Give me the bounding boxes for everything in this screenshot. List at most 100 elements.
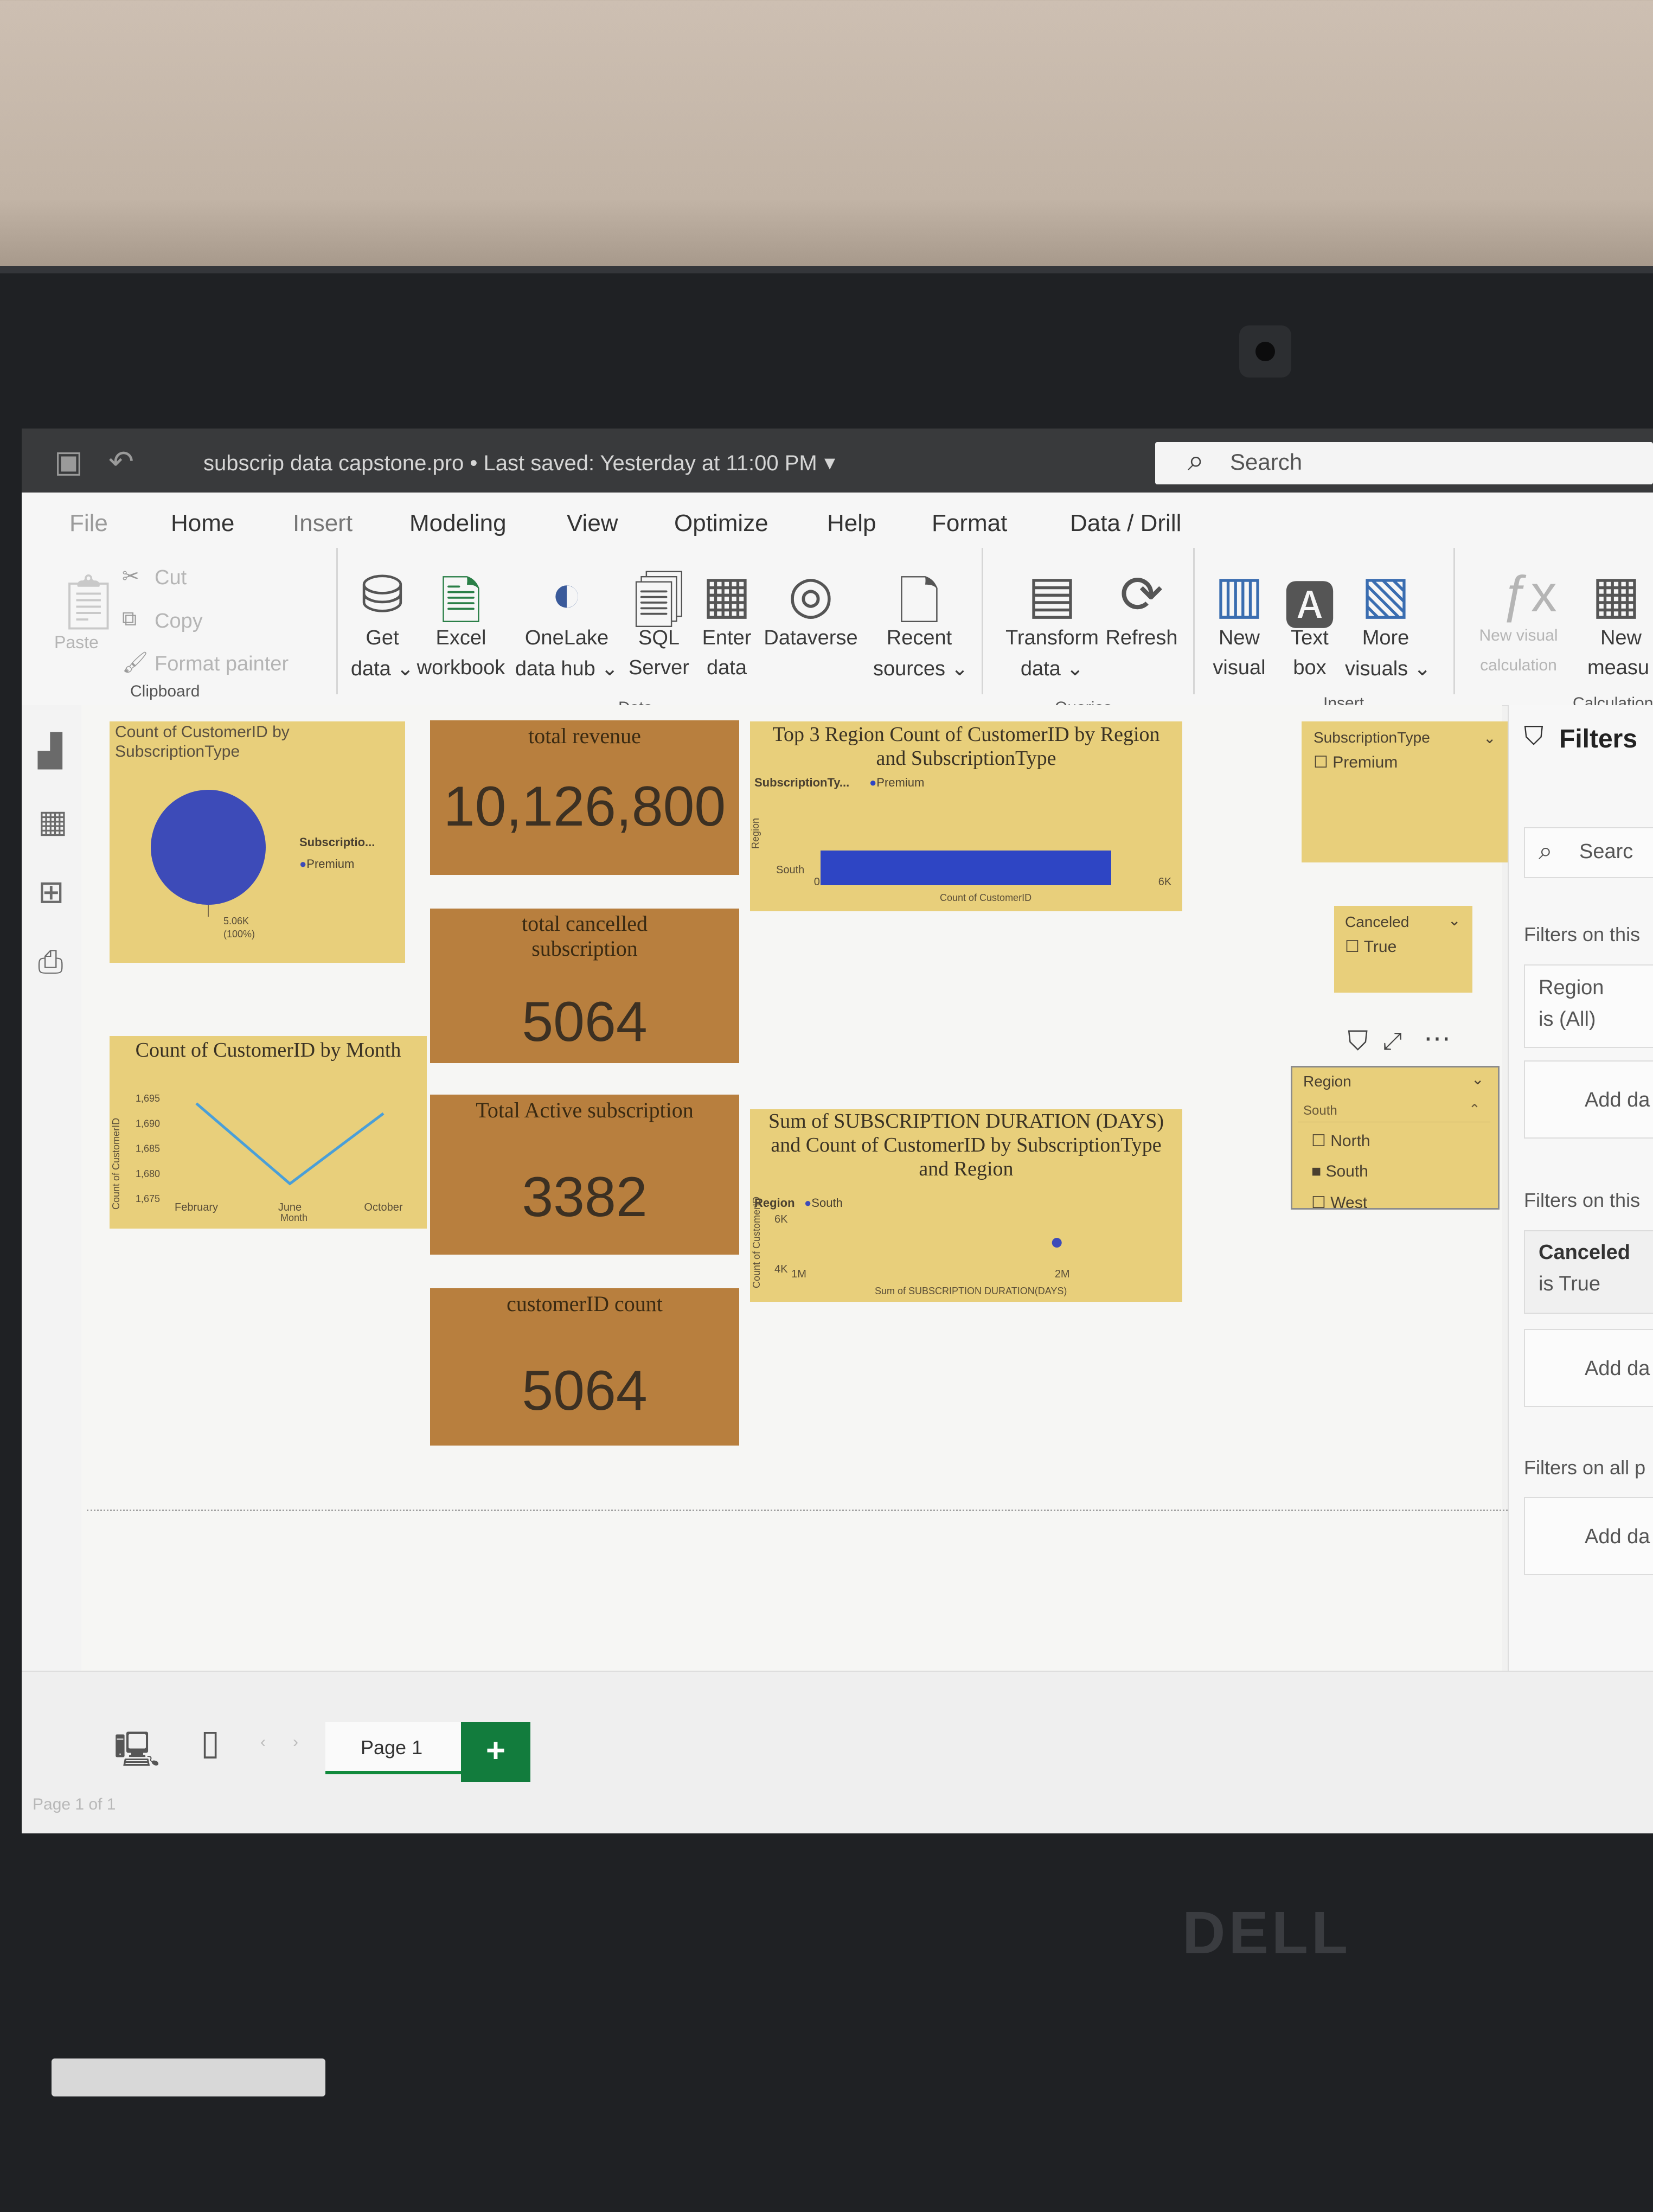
onelake-label-2[interactable]: data hub ⌄ (510, 656, 624, 681)
transform-data-icon: ▤ (1027, 566, 1077, 624)
new-measure-label[interactable]: New (1589, 626, 1653, 650)
recent-sources-label-2[interactable]: sources ⌄ (873, 656, 968, 681)
new-visual-label[interactable]: New (1204, 626, 1274, 650)
new-visual-calc-label[interactable]: New visual (1464, 626, 1573, 645)
model-view-icon[interactable]: ⊞ (38, 873, 65, 910)
desktop-layout-icon[interactable]: 🖳︎ (114, 1725, 160, 1783)
slicer-canceled[interactable]: Canceled ⌄ ☐ True (1334, 906, 1472, 993)
region-option-south[interactable]: ■ South (1311, 1162, 1368, 1181)
line-series (195, 1102, 385, 1186)
filter-card-canceled[interactable]: Canceled is True (1524, 1230, 1653, 1314)
slicer-option-premium[interactable]: ☐ Premium (1314, 753, 1398, 772)
refresh-label[interactable]: Refresh (1104, 626, 1180, 650)
ribbon-separator (1453, 548, 1455, 694)
chevron-down-icon[interactable]: ▾ (824, 450, 835, 475)
chevron-down-icon[interactable]: ⌄ (1471, 1070, 1484, 1088)
report-view-icon[interactable]: ▟ (38, 732, 62, 769)
slicer-region[interactable]: Region ⌄ South ⌃ ☐ North ■ South ☐ West (1291, 1066, 1500, 1212)
onelake-label[interactable]: OneLake (510, 626, 624, 650)
page-tab[interactable]: Page 1 (325, 1722, 464, 1774)
text-box-label-2[interactable]: box (1277, 656, 1342, 680)
add-data-field-page[interactable]: Add da (1524, 1329, 1653, 1407)
line-y-tick: 1,680 (136, 1168, 160, 1179)
more-visuals-label[interactable]: More (1345, 626, 1426, 650)
paste-icon[interactable]: 📋︎ (54, 571, 123, 634)
line-y-axis-label: Count of CustomerID (111, 1117, 121, 1210)
tab-data-drill[interactable]: Data / Drill (1070, 510, 1181, 537)
tab-format[interactable]: Format (932, 510, 1007, 537)
excel-workbook-label-2[interactable]: workbook (412, 656, 510, 680)
filter-icon[interactable]: ⛉ (1348, 1025, 1368, 1057)
cut-button[interactable]: Cut (155, 566, 187, 590)
tab-help[interactable]: Help (827, 510, 876, 537)
line-chart-svg: 1,675 1,680 1,685 1,690 1,695 February June Oct… (136, 1093, 403, 1213)
paste-button[interactable]: Paste (54, 632, 99, 653)
enter-data-label-2[interactable]: data (694, 656, 759, 680)
kpi-title: total cancelled subscription (521, 911, 648, 961)
filters-search-placeholder: Searc (1579, 840, 1633, 863)
tab-view[interactable]: View (567, 510, 618, 537)
format-painter-button[interactable]: Format painter (155, 653, 289, 676)
chevron-up-icon[interactable]: ⌃ (1469, 1101, 1481, 1118)
new-measure-label-2[interactable]: measu (1584, 656, 1653, 680)
transform-data-label-2[interactable]: data ⌄ (998, 656, 1106, 681)
text-box-label[interactable]: Text (1277, 626, 1342, 650)
bar-x-axis-label: Count of CustomerID (940, 892, 1032, 903)
kpi-total-cancelled[interactable]: total cancelled subscription 5064 (430, 909, 739, 1063)
dax-query-icon[interactable]: ⎙ (38, 944, 63, 981)
more-visuals-label-2[interactable]: visuals ⌄ (1345, 656, 1431, 681)
slicer-option-true[interactable]: ☐ True (1345, 937, 1396, 956)
pie-slice-pct: (100%) (223, 929, 255, 939)
undo-icon[interactable]: ↶ (108, 444, 134, 480)
tab-modeling[interactable]: Modeling (409, 510, 507, 537)
new-visual-calc-icon: ƒx (1502, 565, 1557, 623)
document-title[interactable]: subscrip data capstone.pro • Last saved:… (203, 451, 817, 476)
dataverse-label[interactable]: Dataverse (762, 626, 860, 650)
add-data-field-all[interactable]: Add da (1524, 1497, 1653, 1575)
region-dropdown[interactable]: South ⌃ (1298, 1100, 1490, 1122)
bar-south (821, 851, 1111, 885)
kpi-title: total revenue (528, 724, 641, 748)
excel-workbook-label[interactable]: Excel (412, 626, 510, 650)
pie-chart-visual[interactable]: Count of CustomerID by SubscriptionType … (110, 721, 405, 963)
pie-legend-item[interactable]: ●Premium (299, 857, 354, 871)
kpi-total-active[interactable]: Total Active subscription 3382 (430, 1095, 739, 1255)
transform-data-label[interactable]: Transform (998, 626, 1106, 650)
add-data-field-visual[interactable]: Add da (1524, 1060, 1653, 1139)
chevron-down-icon[interactable]: ⌄ (1483, 729, 1496, 747)
tab-file[interactable]: File (69, 510, 108, 537)
search-icon: ⌕ (1539, 836, 1553, 865)
more-options-icon[interactable]: ⋯ (1424, 1022, 1451, 1054)
kpi-customer-count[interactable]: customerID count 5064 (430, 1288, 739, 1446)
table-view-icon[interactable]: ▦ (38, 803, 68, 840)
focus-mode-icon[interactable]: ⤢ (1383, 1028, 1402, 1055)
tab-optimize[interactable]: Optimize (674, 510, 768, 537)
new-visual-calc-label-2[interactable]: calculation (1464, 656, 1573, 675)
next-page-icon[interactable]: › (293, 1733, 298, 1751)
slicer-subscription-type[interactable]: SubscriptionType ⌄ ☐ Premium (1302, 721, 1508, 862)
filters-search-input[interactable]: ⌕ Searc (1524, 827, 1653, 878)
tab-insert[interactable]: Insert (293, 510, 353, 537)
recent-sources-label[interactable]: Recent (873, 626, 965, 650)
tab-home[interactable]: Home (171, 510, 235, 546)
chevron-down-icon[interactable]: ⌄ (1448, 911, 1460, 929)
region-option-west[interactable]: ☐ West (1311, 1193, 1367, 1212)
line-x-tick: June (278, 1201, 302, 1213)
new-visual-label-2[interactable]: visual (1204, 656, 1274, 680)
mobile-layout-icon[interactable]: ▯ (201, 1722, 220, 1763)
kpi-total-revenue[interactable]: total revenue 10,126,800 (430, 720, 739, 875)
prev-page-icon[interactable]: ‹ (260, 1733, 266, 1751)
bar-chart-visual[interactable]: Top 3 Region Count of CustomerID by Regi… (750, 721, 1182, 911)
filter-card-region[interactable]: Region is (All) (1524, 964, 1653, 1048)
sql-server-label-2[interactable]: Server (624, 656, 694, 680)
sql-server-label[interactable]: SQL (624, 626, 694, 650)
add-page-button[interactable]: + (461, 1722, 530, 1782)
format-painter-icon: 🖌︎ (122, 651, 149, 674)
copy-button[interactable]: Copy (155, 610, 203, 633)
line-chart-visual[interactable]: Count of CustomerID by Month 1,675 1,680 1… (110, 1036, 427, 1229)
scatter-chart-visual[interactable]: Sum of SUBSCRIPTION DURATION (DAYS) and … (750, 1109, 1182, 1302)
save-icon[interactable]: ▣ (54, 444, 83, 480)
pie-legend-title: Subscriptio... (299, 835, 375, 849)
enter-data-label[interactable]: Enter (694, 626, 759, 650)
region-option-north[interactable]: ☐ North (1311, 1131, 1370, 1150)
